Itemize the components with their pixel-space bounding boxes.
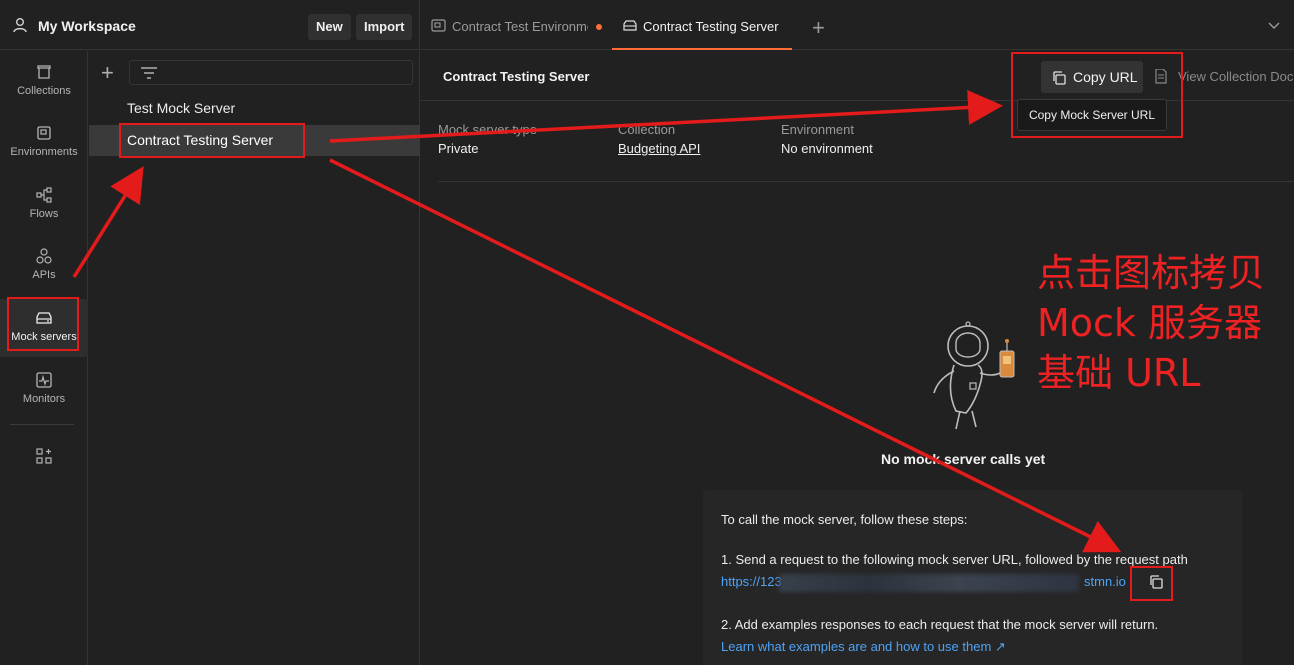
astronaut-illustration-icon [933,321,1015,430]
workspace-header: My Workspace New Import [0,0,420,50]
user-icon[interactable] [12,17,28,33]
step-2-text: 2. Add examples responses to each reques… [721,617,1159,632]
environment-label: Environment [781,122,854,137]
sidebar-item-collections[interactable]: Collections [0,53,88,111]
annotation-text: 点击图标拷贝 Mock 服务器 基础 URL [1037,248,1277,398]
sidebar-rail: Collections Environments Flows APIs Mock… [0,51,88,665]
meta-divider [438,181,1294,182]
top-bar: My Workspace New Import Contract Test En… [0,0,1294,50]
tab-contract-testing-server[interactable]: Contract Testing Server [612,0,792,50]
rail-divider [10,424,74,425]
sidebar-item-label: Flows [29,208,59,220]
tab-label: Contract Test Environment [452,19,588,34]
annotation-line-2: Mock 服务器 [1037,301,1263,345]
filter-icon [141,67,157,79]
collection-label: Collection [618,122,676,137]
mock-server-type-label: Mock server type [438,122,537,137]
import-button[interactable]: Import [356,14,413,40]
view-doc-label: View Collection Docs [1178,69,1294,84]
list-item-test-mock-server[interactable]: Test Mock Server [89,93,420,124]
highlight-box-selected-server [119,123,305,158]
unsaved-dot [596,24,602,30]
collections-icon [37,65,51,79]
new-tab-plus-icon[interactable]: + [812,15,825,41]
mock-server-type-value: Private [438,141,479,156]
annotation-line-3: 基础 URL [1037,351,1201,395]
collection-link[interactable]: Budgeting API [618,141,700,156]
steps-intro: To call the mock server, follow these st… [721,512,968,527]
new-button[interactable]: New [308,14,351,40]
sidebar-item-monitors[interactable]: Monitors [0,361,88,419]
annotation-line-1: 点击图标拷贝 [1037,251,1266,295]
environment-tab-icon [431,19,446,32]
flows-icon [36,187,52,203]
search-filter-input[interactable] [129,60,413,85]
tab-label: Contract Testing Server [643,19,779,34]
learn-examples-link[interactable]: Learn what examples are and how to use t… [721,639,1006,655]
chevron-down-icon[interactable] [1268,20,1280,30]
highlight-box-copy-icon [1130,566,1173,601]
add-mock-server-plus-icon[interactable]: + [101,60,114,86]
highlight-box-copy-url [1011,52,1183,138]
mock-url-end: stmn.io [1084,574,1126,589]
mock-url-redacted [779,574,1079,592]
sidebar-item-flows[interactable]: Flows [0,176,88,234]
add-widgets-icon [36,448,52,464]
sidebar-item-environments[interactable]: Environments [0,114,88,172]
configure-workbench-button[interactable] [0,437,88,495]
sidebar-item-label: Monitors [22,393,66,405]
sidebar-item-apis[interactable]: APIs [0,237,88,295]
step-1-text: 1. Send a request to the following mock … [721,552,1188,567]
sidebar-item-label: Collections [17,85,71,97]
mock-server-tab-icon [623,20,637,31]
tab-contract-test-environment[interactable]: Contract Test Environment [421,0,611,50]
empty-state-title: No mock server calls yet [881,451,1046,467]
sidebar-item-label: APIs [32,269,56,281]
mock-url-start: https://123 [721,574,782,589]
workspace-title[interactable]: My Workspace [38,18,136,34]
monitors-icon [36,372,52,388]
highlight-box-mock-servers [7,297,79,351]
apis-icon [36,248,52,264]
environments-icon [37,126,51,140]
mock-server-url[interactable]: https://123 stmn.io [721,574,1141,592]
sidebar-item-label: Environments [10,146,78,158]
page-title: Contract Testing Server [443,69,590,84]
environment-value: No environment [781,141,873,156]
